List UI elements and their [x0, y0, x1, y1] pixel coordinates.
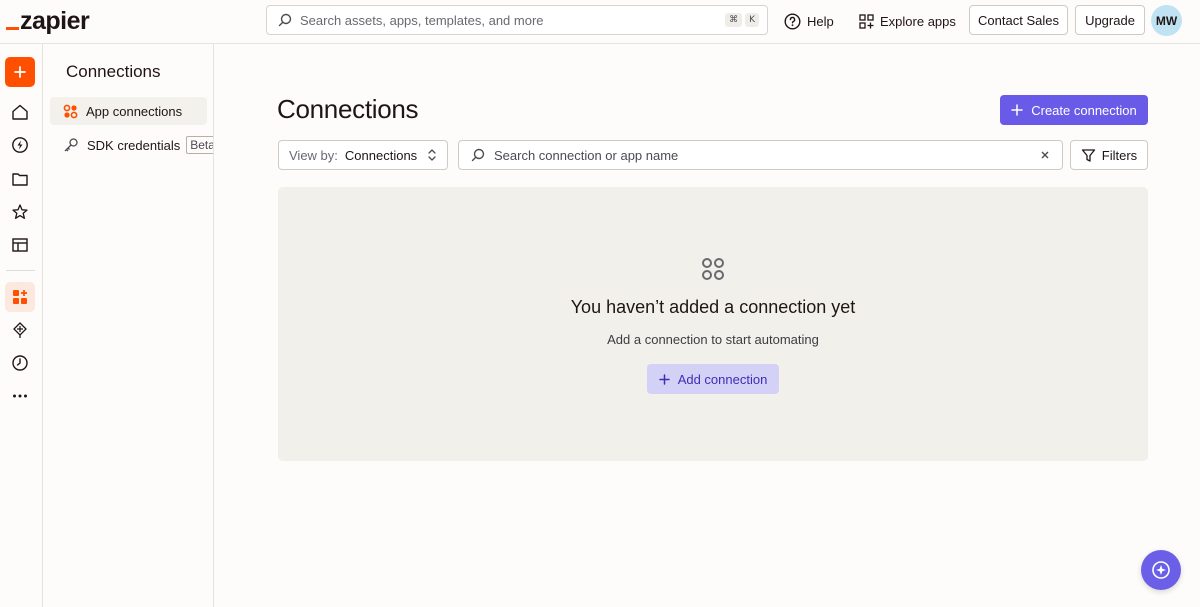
empty-state: You haven’t added a connection yet Add a…: [278, 187, 1148, 461]
folder-icon[interactable]: [9, 168, 31, 190]
copilot-button[interactable]: [1141, 550, 1181, 590]
view-by-value: Connections: [344, 147, 418, 163]
page-title: Connections: [277, 94, 419, 124]
sidebar-item-label: App connections: [86, 103, 183, 119]
search-icon: [471, 148, 485, 162]
star-icon[interactable]: [9, 201, 31, 223]
filter-icon: [1081, 148, 1096, 163]
add-connection-label: Add connection: [677, 371, 768, 387]
sidebar-title: Connections: [66, 62, 161, 81]
plus-icon: [658, 373, 670, 385]
connections-sidebar: Connections App connections SDK credenti…: [43, 44, 214, 607]
zapier-logo[interactable]: zapier: [6, 6, 90, 36]
avatar[interactable]: MW: [1151, 5, 1182, 36]
global-search[interactable]: Search assets, apps, templates, and more…: [266, 5, 768, 35]
connection-search: [458, 140, 1063, 170]
rail-divider: [6, 270, 35, 271]
sidebar-item-sdk-credentials[interactable]: SDK credentials Beta: [50, 131, 213, 159]
explore-apps-link[interactable]: Explore apps: [859, 10, 956, 32]
shortcut-key-k: K: [745, 13, 759, 27]
chevron-up-down-icon: [427, 148, 437, 162]
clear-icon[interactable]: [1040, 150, 1050, 160]
history-icon[interactable]: [9, 352, 31, 374]
sparkle-icon: [1150, 559, 1172, 581]
empty-title: You haven’t added a connection yet: [570, 297, 856, 317]
search-placeholder: Search assets, apps, templates, and more: [300, 12, 544, 28]
connection-search-input[interactable]: [492, 146, 1040, 164]
plus-icon: [14, 66, 26, 78]
beta-badge: Beta: [186, 136, 213, 154]
upgrade-button[interactable]: Upgrade: [1075, 5, 1145, 35]
help-icon: [784, 12, 801, 30]
zap-icon[interactable]: [9, 134, 31, 156]
add-connection-button[interactable]: Add connection: [647, 364, 779, 394]
filters-button[interactable]: Filters: [1070, 140, 1148, 170]
connections-icon: [701, 257, 725, 281]
sidebar-item-label: SDK credentials: [87, 137, 181, 153]
home-icon[interactable]: [9, 101, 31, 123]
apps-icon[interactable]: [5, 282, 35, 312]
canvas-icon[interactable]: [9, 319, 31, 341]
create-connection-label: Create connection: [1031, 102, 1137, 118]
view-by-select[interactable]: View by: Connections: [278, 140, 448, 170]
help-label: Help: [807, 13, 834, 29]
contact-sales-button[interactable]: Contact Sales: [969, 5, 1068, 35]
key-icon: [63, 137, 79, 153]
more-icon[interactable]: [9, 385, 31, 407]
logo-underscore: [6, 27, 19, 30]
left-rail: [0, 44, 43, 607]
view-by-key: View by:: [289, 147, 338, 163]
apps-grid-icon: [859, 13, 874, 29]
app-connections-icon: [63, 104, 78, 119]
empty-subtitle: Add a connection to start automating: [607, 332, 819, 347]
shortcut-key-cmd: ⌘: [725, 13, 743, 27]
table-icon[interactable]: [9, 234, 31, 256]
create-button[interactable]: [5, 57, 35, 87]
sidebar-item-app-connections[interactable]: App connections: [50, 97, 207, 125]
logo-wordmark: zapier: [20, 7, 90, 35]
search-icon: [278, 13, 292, 27]
create-connection-button[interactable]: Create connection: [1000, 95, 1148, 125]
help-link[interactable]: Help: [784, 10, 834, 32]
plus-icon: [1011, 104, 1023, 116]
explore-apps-label: Explore apps: [880, 13, 956, 29]
filters-label: Filters: [1101, 147, 1138, 163]
top-bar: zapier Search assets, apps, templates, a…: [0, 0, 1200, 44]
